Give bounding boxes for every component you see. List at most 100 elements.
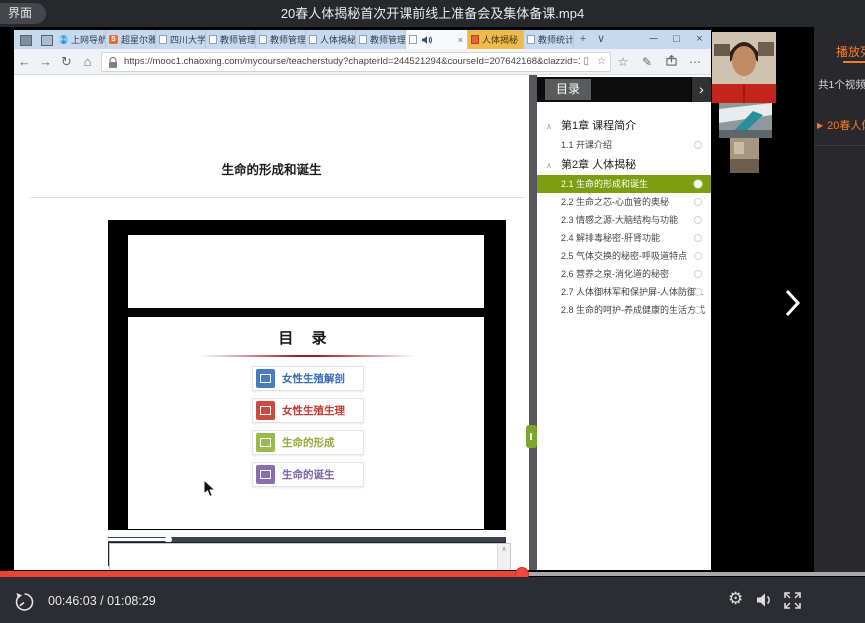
toc-item: 2.5 气体交换的秘密-呼吸道特点 [537,247,711,265]
browser-url-bar: ← → ↻ ⌂ https://mooc1.chaoxing.com/mycou… [14,49,711,75]
tab-label: 教师管理 [270,33,306,46]
toc-sidebar: 目录 › ∧第1章 课程简介1.1 开课介绍∧第2章 人体揭秘2.1 生命的形成… [537,75,711,570]
slide-title-rule [200,355,415,357]
page-orange-favicon-icon [471,35,479,44]
browser-tab: 人体揭秘 [468,30,524,49]
video-display[interactable]: 上网导航S超星尔雅四川大学教师管理教师管理人体揭秘教师管理×人体揭秘教师统计 +… [0,27,814,575]
close-window-icon: × [688,30,711,49]
page-favicon-icon [359,35,367,44]
webcam-feed-1 [712,32,776,103]
toc-item-label: 2.2 生命之芯-心血管的奥秘 [561,197,669,207]
toc-item: 1.1 开课介绍 [537,136,711,154]
page-favicon-icon [309,35,317,44]
birth-icon [256,465,275,484]
physiology-icon [256,401,275,420]
progress-dot [694,180,702,188]
tab-label: 人体揭秘 [320,33,356,46]
toc-item: 2.6 营养之泉-消化道的秘密 [537,265,711,283]
playlist-divider [814,145,865,146]
webcam-feed-3 [730,138,759,173]
favorites-hub-icon: ☆ [611,55,635,69]
page-favicon-icon [209,35,217,44]
playlist-count: 共1个视频 [818,77,865,92]
anatomy-icon [256,369,275,388]
heading-divider [30,197,526,198]
progress-dot [694,270,702,278]
slide-menu-item-label: 生命的诞生 [282,467,335,482]
video-artifact-band [128,308,484,317]
progress-dot [694,198,702,206]
collapse-caret-icon: ∧ [546,156,552,175]
toc-item-label: 2.7 人体御林军和保护屏-人体防御... [561,287,704,297]
chaoxing-favicon-icon: S [109,35,118,44]
playlist-panel: 播放列表 共1个视频 ▶20春人体揭秘首次开课前线上准备会及集体备课.mp4 [814,27,865,575]
progress-dot [694,252,702,260]
browser-tab-bar: 上网导航S超星尔雅四川大学教师管理教师管理人体揭秘教师管理×人体揭秘教师统计 +… [14,30,711,49]
toc-tab: 目录 [545,79,591,100]
browser-tab: 四川大学 [156,30,206,49]
tab-label: 教师管理 [370,33,406,46]
recorded-browser-window: 上网导航S超星尔雅四川大学教师管理教师管理人体揭秘教师管理×人体揭秘教师统计 +… [14,30,711,570]
playlist-header-underline [843,61,865,63]
sidebar-toggle-handle [526,425,537,448]
inner-progress-played [108,538,168,541]
maximize-icon: □ [665,30,688,49]
lock-icon [108,56,120,68]
tab-label: 上网导航 [71,33,106,46]
share-icon [659,55,683,69]
formation-icon [256,433,275,452]
browser-dock-icon [41,35,53,46]
browser-tab: 上网导航 [56,30,106,49]
toc-collapse-icon: › [691,77,711,102]
playback-speed-button[interactable] [14,592,34,612]
playlist-item-label: 20春人体揭秘首次开课前线上准备会及集体备课.mp4 [827,120,865,132]
playlist-item[interactable]: ▶ 20春人体揭秘首次开课前线上准备会及集体备课.mp4 [817,117,865,133]
playing-item-icon: ▶ [817,121,823,130]
refresh-icon: ↻ [56,54,77,70]
page-favicon-icon [527,35,535,44]
toc-header: 目录 › [537,77,711,102]
progress-dot [694,306,702,314]
browser-tab: × [406,30,468,49]
slide-frame: 目 录 女性生殖解剖女性生殖生理生命的形成生命的诞生 [128,235,484,529]
minimize-icon: ─ [642,30,665,49]
page-favicon-icon [409,35,417,44]
slide-menu-item-label: 女性生殖生理 [282,403,345,418]
progress-dot [694,216,702,224]
more-options-icon: ⋯ [683,55,707,69]
tab-list-dropdown-icon: ∨ [592,30,610,49]
settings-button[interactable]: ⚙ [728,589,743,609]
toc-item: 2.1 生命的形成和诞生 [537,175,711,193]
course-page-content: 生命的形成和诞生 目 录 女性生殖解剖女性生殖生理生命的形成生命的诞生 [14,75,711,570]
fullscreen-button[interactable] [784,592,801,609]
page-favicon-icon [259,35,267,44]
toc-item-label: 2.4 解排毒秘密-肝肾功能 [561,233,660,243]
page-scrollbar [529,75,537,570]
new-tab-button: + [574,30,592,49]
toc-item-label: 2.6 营养之泉-消化道的秘密 [561,269,669,279]
time-display: 00:46:03 / 01:08:29 [48,594,156,608]
toc-item-label: 2.5 气体交换的秘密-呼吸道特点 [561,251,687,261]
volume-button[interactable] [756,592,774,608]
tab-label: 超星尔雅 [121,33,156,46]
page-favicon-icon [159,35,167,44]
browser-tab: 教师管理 [356,30,406,49]
expand-panel-chevron-icon [781,287,803,319]
toc-item-label: 2.1 生命的形成和诞生 [561,179,648,189]
tab-audio-icon [421,35,433,45]
inner-video-player: 目 录 女性生殖解剖女性生殖生理生命的形成生命的诞生 1x 0:32 / 3:4… [108,220,506,566]
toc-item-label: 2.8 生命的呵护-养成健康的生活方式 [561,305,705,315]
home-icon: ⌂ [77,54,98,69]
slide-menu-item: 女性生殖解剖 [252,366,364,391]
slide-menu-item: 女性生殖生理 [252,398,364,423]
toc-section-title: ∧第1章 课程简介 [537,117,711,136]
tab-label: 教师管理 [220,33,256,46]
mouse-cursor [203,479,217,498]
progress-dot [694,234,702,242]
pinwheel-favicon-icon [59,35,68,44]
back-icon: ← [14,54,35,69]
toc-item-label: 2.3 情感之源-大脑结构与功能 [561,215,678,225]
url-text: https://mooc1.chaoxing.com/mycourse/teac… [124,56,580,67]
browser-tab: S超星尔雅 [106,30,156,49]
slide-menu-item-label: 生命的形成 [282,435,335,450]
